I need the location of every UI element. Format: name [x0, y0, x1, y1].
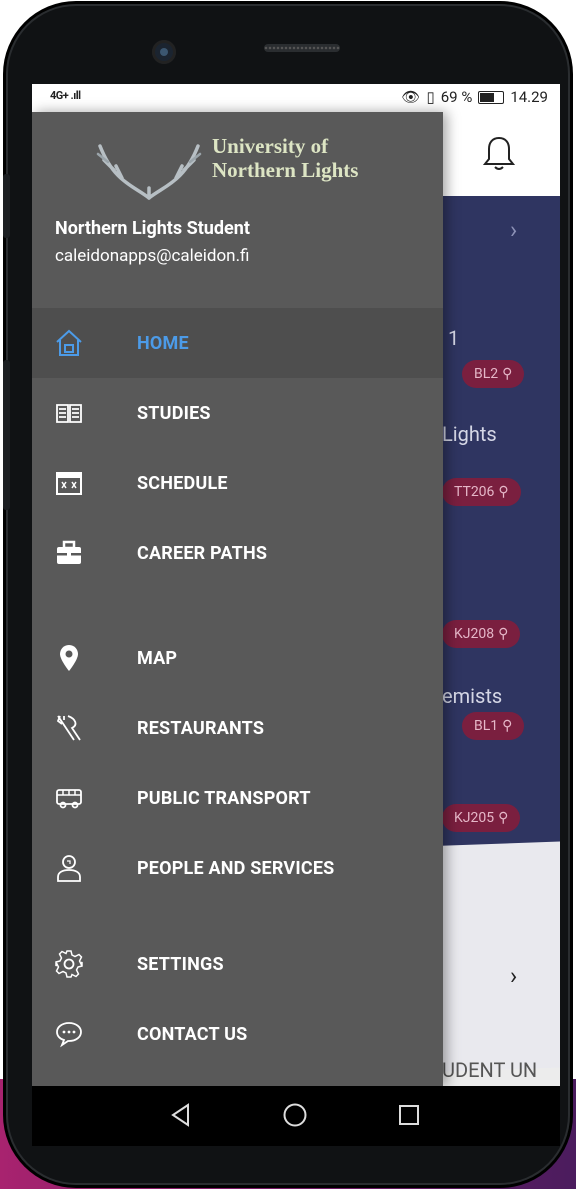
gear-icon	[52, 947, 86, 981]
battery-percent: 69 %	[440, 88, 473, 106]
screen: 4G+ .ıll 👁 ▯ 69 % 14.29 › 1 BL2 ⚲ Lights…	[32, 84, 560, 1086]
clock: 14.29	[510, 88, 548, 106]
system-navigation-bar	[32, 1086, 560, 1146]
menu-item-settings[interactable]: SETTINGS	[32, 929, 443, 999]
bg-text: emists	[442, 684, 503, 708]
home-icon	[52, 326, 86, 360]
signal-indicator: 4G+ .ıll	[50, 89, 81, 102]
room-chip[interactable]: BL1 ⚲	[462, 712, 525, 740]
menu-label: SCHEDULE	[137, 472, 228, 494]
menu-item-public-transport[interactable]: PUBLIC TRANSPORT	[32, 763, 443, 833]
home-button-icon[interactable]	[282, 1102, 308, 1128]
menu-label: SETTINGS	[137, 953, 224, 975]
menu-label: CONTACT US	[137, 1023, 248, 1045]
menu-label: PEOPLE AND SERVICES	[137, 857, 335, 879]
user-email: caleidonapps@caleidon.fi	[55, 246, 250, 266]
menu-item-studies[interactable]: STUDIES	[32, 378, 443, 448]
university-name: University of Northern Lights	[212, 134, 359, 182]
calendar-icon	[52, 466, 86, 500]
volume-button	[3, 174, 10, 238]
menu-item-contact-us[interactable]: CONTACT US	[32, 999, 443, 1069]
front-camera	[152, 40, 176, 64]
bell-icon[interactable]	[482, 134, 516, 172]
chevron-right-icon[interactable]: ›	[510, 962, 517, 990]
menu-item-people-and-services[interactable]: PEOPLE AND SERVICES	[32, 833, 443, 903]
map-pin-icon	[52, 641, 86, 675]
room-chip[interactable]: KJ205 ⚲	[442, 804, 521, 832]
eye-icon: 👁	[401, 88, 421, 106]
menu-label: CAREER PATHS	[137, 542, 268, 564]
room-chip[interactable]: KJ208 ⚲	[442, 620, 521, 648]
bus-icon	[52, 781, 86, 815]
antler-logo-icon	[96, 144, 202, 200]
menu-label: RESTAURANTS	[137, 717, 265, 739]
person-icon	[52, 851, 86, 885]
status-bar: 4G+ .ıll 👁 ▯ 69 % 14.29	[32, 84, 560, 112]
battery-icon	[478, 90, 505, 104]
recents-icon[interactable]	[396, 1102, 422, 1128]
vibrate-icon: ▯	[426, 88, 435, 106]
earpiece-speaker	[264, 44, 340, 52]
book-icon	[52, 396, 86, 430]
student-union-text: UDENT UN	[442, 1058, 538, 1082]
room-chip[interactable]: BL2 ⚲	[462, 360, 525, 388]
cutlery-icon	[52, 711, 86, 745]
room-chip[interactable]: TT206 ⚲	[442, 478, 521, 506]
status-right: 👁 ▯ 69 % 14.29	[401, 88, 548, 106]
navigation-drawer: University of Northern Lights Northern L…	[32, 112, 443, 1086]
university-logo: University of Northern Lights	[94, 134, 374, 206]
chevron-right-icon[interactable]: ›	[510, 216, 517, 244]
menu-item-restaurants[interactable]: RESTAURANTS	[32, 693, 443, 763]
menu-item-schedule[interactable]: SCHEDULE	[32, 448, 443, 518]
menu-label: STUDIES	[137, 402, 211, 424]
user-name: Northern Lights Student	[55, 218, 250, 239]
briefcase-icon	[52, 536, 86, 570]
menu-label: MAP	[137, 647, 178, 669]
menu-item-career-paths[interactable]: CAREER PATHS	[32, 518, 443, 588]
back-icon[interactable]	[168, 1102, 194, 1128]
menu-label: HOME	[137, 332, 189, 354]
menu-item-home[interactable]: HOME	[32, 308, 443, 378]
bg-text: Lights	[442, 422, 497, 446]
side-button	[3, 360, 10, 510]
bg-text: 1	[448, 326, 460, 350]
menu-label: PUBLIC TRANSPORT	[137, 787, 311, 809]
menu-item-map[interactable]: MAP	[32, 623, 443, 693]
chat-icon	[52, 1017, 86, 1051]
